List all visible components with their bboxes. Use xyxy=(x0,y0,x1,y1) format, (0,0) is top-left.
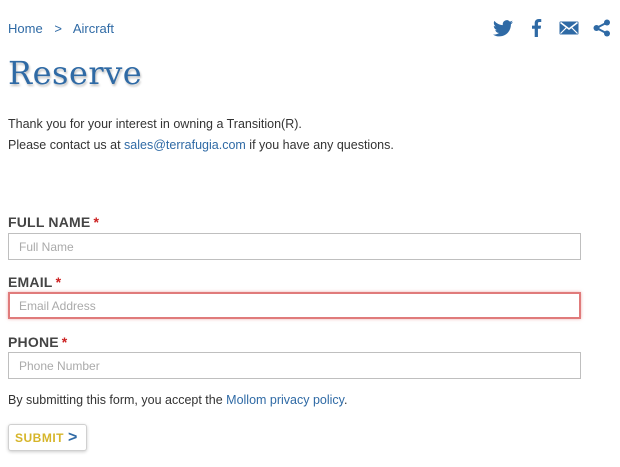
breadcrumb: Home > Aircraft xyxy=(8,21,114,36)
breadcrumb-aircraft-link[interactable]: Aircraft xyxy=(73,21,114,36)
email-icon[interactable] xyxy=(559,18,579,38)
sales-email-link[interactable]: sales@terrafugia.com xyxy=(124,138,246,152)
full-name-label: FULL NAME * xyxy=(8,214,99,230)
facebook-icon[interactable] xyxy=(526,18,546,38)
required-marker: * xyxy=(55,274,62,290)
share-toolbar xyxy=(493,18,612,38)
required-marker: * xyxy=(93,214,100,230)
intro-line-2-suffix: if you have any questions. xyxy=(245,138,394,152)
intro-line-1: Thank you for your interest in owning a … xyxy=(8,117,302,131)
privacy-notice-prefix: By submitting this form, you accept the xyxy=(8,393,227,407)
intro-text: Thank you for your interest in owning a … xyxy=(8,114,394,156)
phone-label-text: PHONE xyxy=(8,334,59,350)
twitter-icon[interactable] xyxy=(493,18,513,38)
submit-button[interactable]: SUBMIT > xyxy=(8,424,87,451)
privacy-policy-link[interactable]: Mollom privacy policy xyxy=(226,393,344,407)
privacy-notice: By submitting this form, you accept the … xyxy=(8,393,348,407)
page-title: Reserve xyxy=(8,54,143,92)
phone-label: PHONE * xyxy=(8,334,67,350)
email-label-text: EMAIL xyxy=(8,274,53,290)
submit-button-label: SUBMIT xyxy=(15,430,64,445)
full-name-label-text: FULL NAME xyxy=(8,214,91,230)
chevron-right-icon: > xyxy=(68,428,78,446)
email-label: EMAIL * xyxy=(8,274,61,290)
share-icon[interactable] xyxy=(592,18,612,38)
required-marker: * xyxy=(61,334,68,350)
privacy-notice-suffix: . xyxy=(344,393,348,407)
intro-line-2: Please contact us at sales@terrafugia.co… xyxy=(8,135,394,156)
phone-input[interactable] xyxy=(8,352,581,379)
full-name-input[interactable] xyxy=(8,233,581,260)
breadcrumb-separator: > xyxy=(54,21,62,36)
intro-line-2-prefix: Please contact us at xyxy=(8,138,125,152)
breadcrumb-home-link[interactable]: Home xyxy=(8,21,43,36)
email-input[interactable] xyxy=(8,292,581,319)
